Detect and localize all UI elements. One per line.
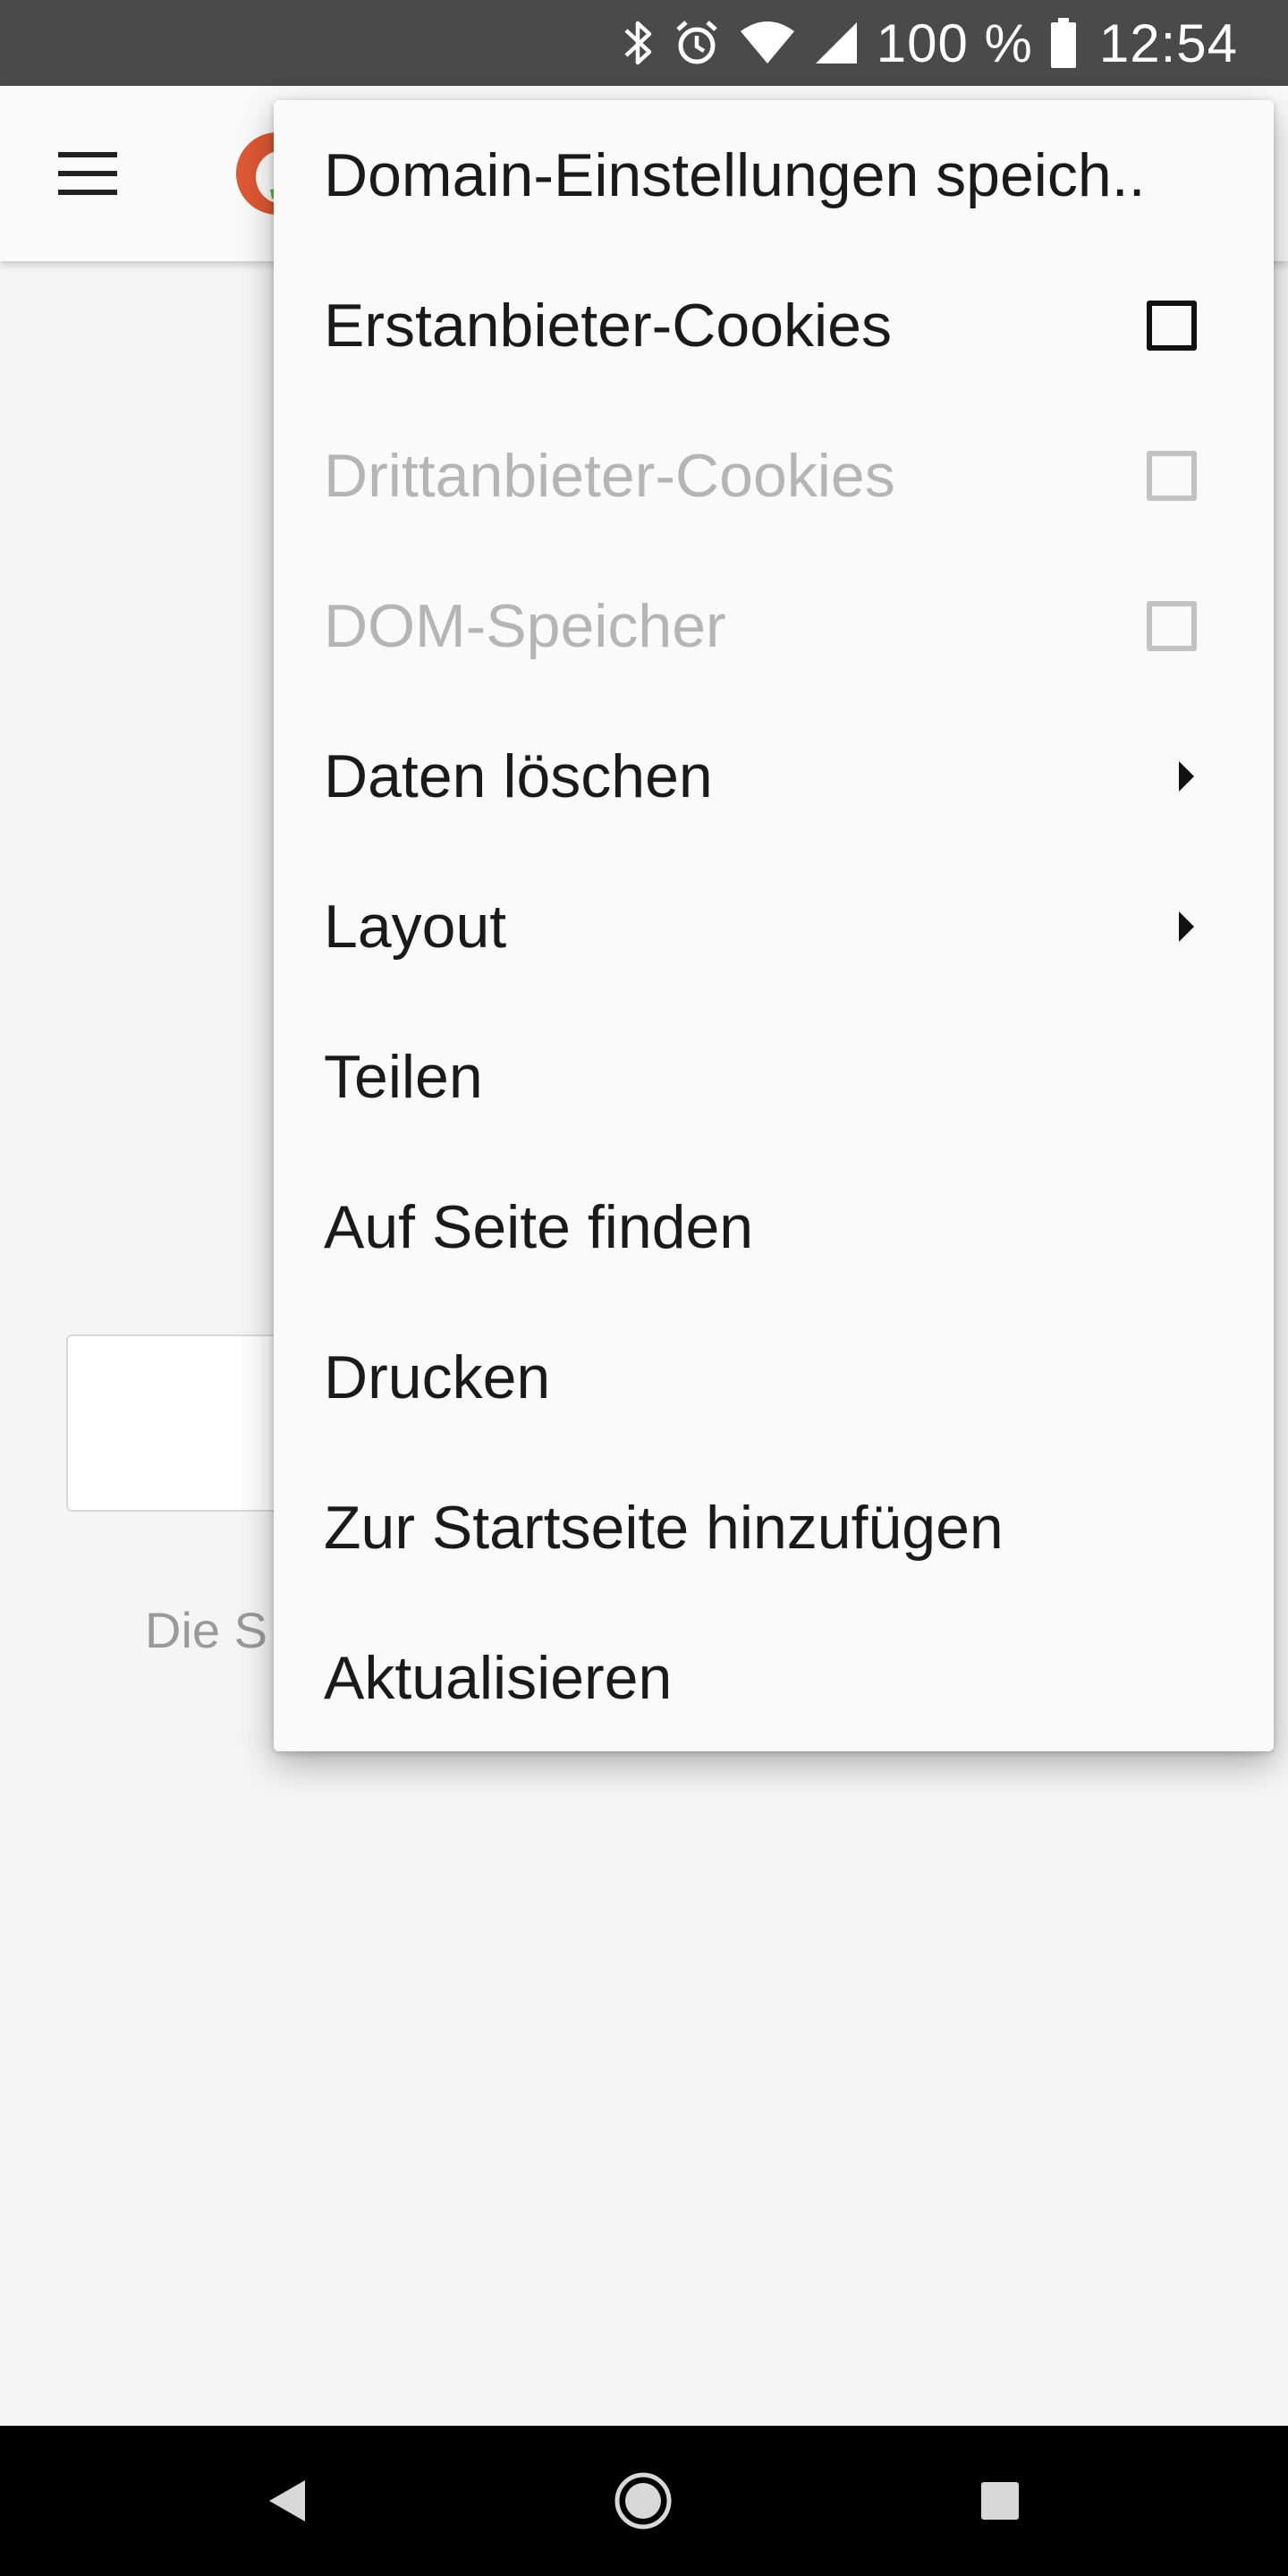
- menu-item-label: Domain-Einstellungen speich..: [324, 141, 1146, 209]
- third-party-cookies-checkbox: [1147, 451, 1197, 501]
- menu-item-first-party-cookies[interactable]: Erstanbieter-Cookies: [274, 250, 1274, 401]
- menu-item-share[interactable]: Teilen: [274, 1002, 1274, 1152]
- system-navigation-bar: [0, 2426, 1288, 2576]
- bluetooth-icon: [623, 18, 655, 68]
- submenu-arrow-icon: [1179, 761, 1194, 792]
- menu-item-dom-storage: DOM-Speicher: [274, 551, 1274, 701]
- alarm-icon: [673, 19, 721, 67]
- navigation-drawer-button[interactable]: [45, 141, 131, 206]
- page-subtext: Die S: [145, 1602, 267, 1658]
- menu-item-find-on-page[interactable]: Auf Seite finden: [274, 1152, 1274, 1302]
- status-bar: 100 % 12:54: [0, 0, 1288, 86]
- back-triangle-icon: [269, 2480, 305, 2521]
- menu-item-label: Erstanbieter-Cookies: [324, 292, 892, 360]
- menu-item-print[interactable]: Drucken: [274, 1302, 1274, 1453]
- menu-item-label: Aktualisieren: [324, 1644, 673, 1712]
- menu-item-label: Layout: [324, 893, 507, 961]
- menu-item-label: Drittanbieter-Cookies: [324, 442, 895, 510]
- back-button[interactable]: [242, 2456, 331, 2546]
- menu-item-add-to-home[interactable]: Zur Startseite hinzufügen: [274, 1453, 1274, 1603]
- menu-item-label: Drucken: [324, 1343, 551, 1411]
- battery-percentage: 100 %: [876, 13, 1033, 73]
- menu-item-label: Daten löschen: [324, 742, 713, 810]
- submenu-arrow-icon: [1179, 911, 1194, 942]
- status-clock: 12:54: [1098, 13, 1238, 73]
- recents-square-icon: [981, 2482, 1019, 2520]
- recents-button[interactable]: [955, 2456, 1045, 2546]
- menu-item-layout[interactable]: Layout: [274, 852, 1274, 1002]
- wifi-icon: [739, 21, 796, 65]
- menu-item-third-party-cookies: Drittanbieter-Cookies: [274, 401, 1274, 551]
- menu-item-clear-data[interactable]: Daten löschen: [274, 701, 1274, 852]
- cell-signal-icon: [814, 21, 859, 65]
- menu-item-label: Auf Seite finden: [324, 1193, 754, 1261]
- menu-item-label: DOM-Speicher: [324, 592, 726, 660]
- home-button[interactable]: [598, 2456, 688, 2546]
- menu-item-label: Teilen: [324, 1043, 483, 1111]
- status-icons: 100 % 12:54: [623, 0, 1238, 86]
- battery-icon: [1050, 18, 1076, 68]
- menu-item-label: Zur Startseite hinzufügen: [324, 1494, 1004, 1562]
- hamburger-menu-icon: [58, 152, 117, 195]
- dom-storage-checkbox: [1147, 601, 1197, 651]
- first-party-cookies-checkbox[interactable]: [1147, 301, 1197, 351]
- home-circle-icon: [614, 2472, 672, 2529]
- overflow-menu: Domain-Einstellungen speich.. Erstanbiet…: [274, 100, 1274, 1751]
- menu-item-refresh[interactable]: Aktualisieren: [274, 1603, 1274, 1751]
- menu-item-domain-settings[interactable]: Domain-Einstellungen speich..: [274, 100, 1274, 250]
